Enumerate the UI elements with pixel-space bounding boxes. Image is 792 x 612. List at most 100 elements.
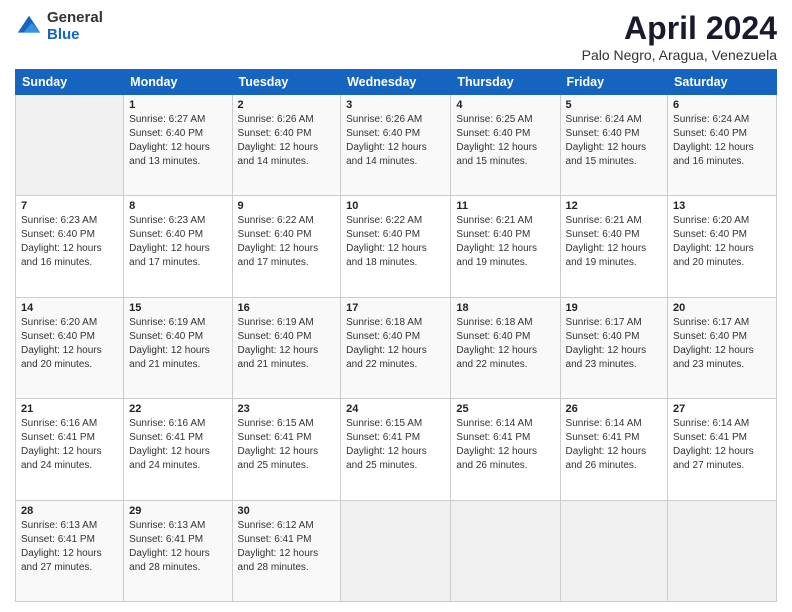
calendar-day-12: 12 Sunrise: 6:21 AM Sunset: 6:40 PM Dayli…	[560, 196, 668, 297]
day-header-monday: Monday	[124, 70, 232, 95]
main-title: April 2024	[582, 10, 777, 47]
calendar-day-1: 1 Sunrise: 6:27 AM Sunset: 6:40 PM Daylig…	[124, 95, 232, 196]
calendar-day-15: 15 Sunrise: 6:19 AM Sunset: 6:40 PM Dayli…	[124, 297, 232, 398]
day-info: Sunrise: 6:15 AM Sunset: 6:41 PM Dayligh…	[238, 417, 336, 473]
day-header-tuesday: Tuesday	[232, 70, 341, 95]
day-info: Sunrise: 6:18 AM Sunset: 6:40 PM Dayligh…	[346, 316, 445, 372]
page: General Blue April 2024 Palo Negro, Arag…	[0, 0, 792, 612]
calendar-day-7: 7 Sunrise: 6:23 AM Sunset: 6:40 PM Daylig…	[16, 196, 124, 297]
day-header-saturday: Saturday	[668, 70, 777, 95]
calendar-day-empty	[668, 500, 777, 601]
logo: General Blue	[15, 10, 103, 43]
day-info: Sunrise: 6:25 AM Sunset: 6:40 PM Dayligh…	[456, 113, 554, 169]
calendar-day-4: 4 Sunrise: 6:25 AM Sunset: 6:40 PM Daylig…	[451, 95, 560, 196]
calendar-week-3: 14 Sunrise: 6:20 AM Sunset: 6:40 PM Dayli…	[16, 297, 777, 398]
calendar-table: SundayMondayTuesdayWednesdayThursdayFrid…	[15, 69, 777, 602]
day-info: Sunrise: 6:14 AM Sunset: 6:41 PM Dayligh…	[673, 417, 771, 473]
calendar-day-11: 11 Sunrise: 6:21 AM Sunset: 6:40 PM Dayli…	[451, 196, 560, 297]
day-number: 21	[21, 403, 118, 415]
day-info: Sunrise: 6:13 AM Sunset: 6:41 PM Dayligh…	[129, 519, 226, 575]
day-number: 1	[129, 99, 226, 111]
calendar-day-19: 19 Sunrise: 6:17 AM Sunset: 6:40 PM Dayli…	[560, 297, 668, 398]
calendar-day-29: 29Sunrise: 6:13 AM Sunset: 6:41 PM Dayli…	[124, 500, 232, 601]
day-number: 2	[238, 99, 336, 111]
logo-text: General Blue	[47, 10, 103, 43]
calendar-day-20: 20 Sunrise: 6:17 AM Sunset: 6:40 PM Dayli…	[668, 297, 777, 398]
calendar-week-1: 1 Sunrise: 6:27 AM Sunset: 6:40 PM Daylig…	[16, 95, 777, 196]
calendar-day-16: 16 Sunrise: 6:19 AM Sunset: 6:40 PM Dayli…	[232, 297, 341, 398]
day-number: 12	[566, 200, 663, 212]
day-number: 20	[673, 302, 771, 314]
day-number: 27	[673, 403, 771, 415]
day-info: Sunrise: 6:24 AM Sunset: 6:40 PM Dayligh…	[673, 113, 771, 169]
day-info: Sunrise: 6:22 AM Sunset: 6:40 PM Dayligh…	[346, 214, 445, 270]
calendar-day-26: 26 Sunrise: 6:14 AM Sunset: 6:41 PM Dayli…	[560, 399, 668, 500]
calendar-day-3: 3Sunrise: 6:26 AM Sunset: 6:40 PM Daylig…	[341, 95, 451, 196]
day-number: 18	[456, 302, 554, 314]
calendar-day-28: 28Sunrise: 6:13 AM Sunset: 6:41 PM Dayli…	[16, 500, 124, 601]
calendar-day-21: 21Sunrise: 6:16 AM Sunset: 6:41 PM Dayli…	[16, 399, 124, 500]
calendar-day-10: 10Sunrise: 6:22 AM Sunset: 6:40 PM Dayli…	[341, 196, 451, 297]
day-number: 5	[566, 99, 663, 111]
day-info: Sunrise: 6:23 AM Sunset: 6:40 PM Dayligh…	[21, 214, 118, 270]
day-info: Sunrise: 6:19 AM Sunset: 6:40 PM Dayligh…	[238, 316, 336, 372]
calendar-day-24: 24 Sunrise: 6:15 AM Sunset: 6:41 PM Dayli…	[341, 399, 451, 500]
day-info: Sunrise: 6:20 AM Sunset: 6:40 PM Dayligh…	[673, 214, 771, 270]
calendar-day-17: 17 Sunrise: 6:18 AM Sunset: 6:40 PM Dayli…	[341, 297, 451, 398]
logo-blue-text: Blue	[47, 27, 103, 44]
day-number: 19	[566, 302, 663, 314]
calendar-day-13: 13 Sunrise: 6:20 AM Sunset: 6:40 PM Dayli…	[668, 196, 777, 297]
day-info: Sunrise: 6:26 AM Sunset: 6:40 PM Dayligh…	[238, 113, 336, 169]
day-number: 11	[456, 200, 554, 212]
day-header-wednesday: Wednesday	[341, 70, 451, 95]
day-info: Sunrise: 6:16 AM Sunset: 6:41 PM Dayligh…	[129, 417, 226, 473]
calendar-day-2: 2 Sunrise: 6:26 AM Sunset: 6:40 PM Daylig…	[232, 95, 341, 196]
day-info: Sunrise: 6:23 AM Sunset: 6:40 PM Dayligh…	[129, 214, 226, 270]
day-number: 30	[238, 505, 336, 517]
calendar-day-18: 18 Sunrise: 6:18 AM Sunset: 6:40 PM Dayli…	[451, 297, 560, 398]
day-header-thursday: Thursday	[451, 70, 560, 95]
day-number: 17	[346, 302, 445, 314]
day-number: 25	[456, 403, 554, 415]
calendar-header-row: SundayMondayTuesdayWednesdayThursdayFrid…	[16, 70, 777, 95]
day-info: Sunrise: 6:26 AM Sunset: 6:40 PM Dayligh…	[346, 113, 445, 169]
day-number: 28	[21, 505, 118, 517]
calendar-day-25: 25 Sunrise: 6:14 AM Sunset: 6:41 PM Dayli…	[451, 399, 560, 500]
day-info: Sunrise: 6:14 AM Sunset: 6:41 PM Dayligh…	[456, 417, 554, 473]
day-number: 6	[673, 99, 771, 111]
logo-general-text: General	[47, 10, 103, 27]
calendar-day-empty	[560, 500, 668, 601]
calendar-day-30: 30Sunrise: 6:12 AM Sunset: 6:41 PM Dayli…	[232, 500, 341, 601]
day-number: 13	[673, 200, 771, 212]
day-number: 26	[566, 403, 663, 415]
day-info: Sunrise: 6:20 AM Sunset: 6:40 PM Dayligh…	[21, 316, 118, 372]
day-info: Sunrise: 6:17 AM Sunset: 6:40 PM Dayligh…	[566, 316, 663, 372]
calendar-day-23: 23Sunrise: 6:15 AM Sunset: 6:41 PM Dayli…	[232, 399, 341, 500]
calendar-week-4: 21 Sunrise: 6:16 AM Sunset: 6:41 PM Dayli…	[16, 399, 777, 500]
subtitle: Palo Negro, Aragua, Venezuela	[582, 47, 777, 63]
day-number: 9	[238, 200, 336, 212]
calendar-day-22: 22 Sunrise: 6:16 AM Sunset: 6:41 PM Dayli…	[124, 399, 232, 500]
calendar-day-empty	[341, 500, 451, 601]
day-info: Sunrise: 6:17 AM Sunset: 6:40 PM Dayligh…	[673, 316, 771, 372]
day-number: 22	[129, 403, 226, 415]
calendar-day-empty	[451, 500, 560, 601]
day-info: Sunrise: 6:18 AM Sunset: 6:40 PM Dayligh…	[456, 316, 554, 372]
calendar-day-5: 5Sunrise: 6:24 AM Sunset: 6:40 PM Daylig…	[560, 95, 668, 196]
day-info: Sunrise: 6:21 AM Sunset: 6:40 PM Dayligh…	[566, 214, 663, 270]
calendar-week-5: 28 Sunrise: 6:13 AM Sunset: 6:41 PM Dayli…	[16, 500, 777, 601]
day-number: 15	[129, 302, 226, 314]
day-number: 4	[456, 99, 554, 111]
day-info: Sunrise: 6:14 AM Sunset: 6:41 PM Dayligh…	[566, 417, 663, 473]
calendar-day-8: 8Sunrise: 6:23 AM Sunset: 6:40 PM Daylig…	[124, 196, 232, 297]
day-info: Sunrise: 6:15 AM Sunset: 6:41 PM Dayligh…	[346, 417, 445, 473]
day-number: 7	[21, 200, 118, 212]
calendar-day-empty	[16, 95, 124, 196]
day-number: 24	[346, 403, 445, 415]
day-info: Sunrise: 6:21 AM Sunset: 6:40 PM Dayligh…	[456, 214, 554, 270]
day-number: 16	[238, 302, 336, 314]
day-info: Sunrise: 6:19 AM Sunset: 6:40 PM Dayligh…	[129, 316, 226, 372]
day-info: Sunrise: 6:27 AM Sunset: 6:40 PM Dayligh…	[129, 113, 226, 169]
day-header-friday: Friday	[560, 70, 668, 95]
day-number: 14	[21, 302, 118, 314]
